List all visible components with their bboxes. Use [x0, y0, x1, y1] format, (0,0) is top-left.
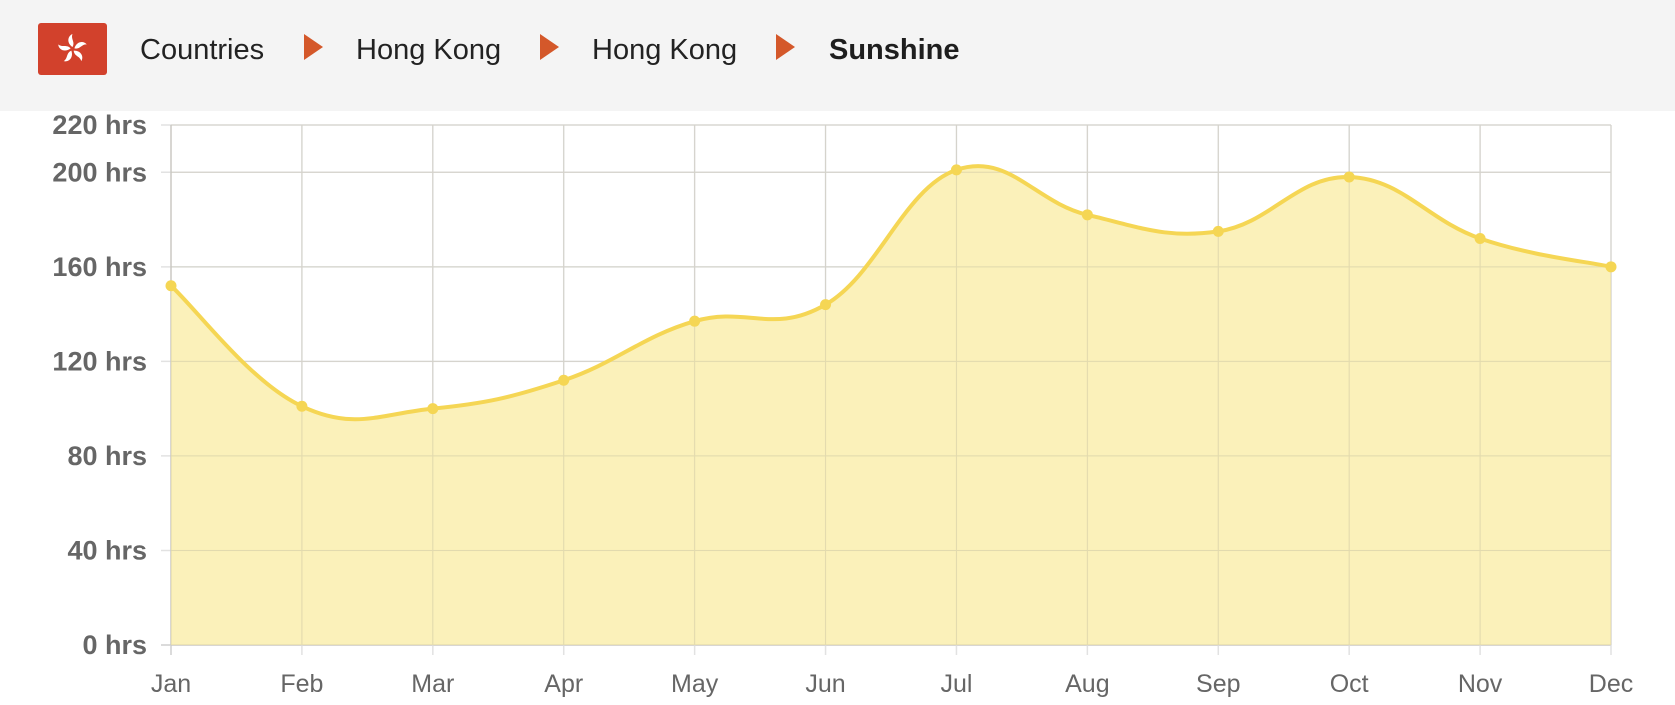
data-point-jul[interactable] — [950, 164, 962, 176]
y-tick-label: 40 hrs — [67, 535, 147, 565]
x-tick-label: Aug — [1065, 670, 1109, 698]
y-tick-label: 120 hrs — [52, 346, 147, 376]
data-point-aug[interactable] — [1081, 209, 1093, 221]
x-tick-label: Dec — [1589, 670, 1633, 698]
breadcrumb: Countries Hong Kong Hong Kong Sunshine — [0, 0, 1675, 111]
x-tick-label: Feb — [280, 670, 323, 698]
data-point-jun[interactable] — [820, 299, 832, 311]
breadcrumb-item-countries[interactable]: Countries — [140, 32, 264, 68]
x-tick-label: Mar — [411, 670, 454, 698]
x-tick-label: Oct — [1330, 670, 1369, 698]
data-point-apr[interactable] — [558, 374, 570, 386]
y-tick-label: 80 hrs — [67, 441, 147, 471]
data-point-nov[interactable] — [1474, 232, 1486, 244]
data-point-jan[interactable] — [165, 280, 177, 292]
data-point-sep[interactable] — [1212, 225, 1224, 237]
breadcrumb-item-hong-kong-city[interactable]: Hong Kong — [592, 32, 737, 68]
x-tick-label: Jan — [151, 670, 191, 698]
data-point-oct[interactable] — [1343, 171, 1355, 183]
hong-kong-flag-icon[interactable] — [38, 23, 107, 75]
series-area — [171, 166, 1611, 645]
y-tick-label: 200 hrs — [52, 157, 147, 187]
y-tick-label: 220 hrs — [52, 111, 147, 140]
data-point-dec[interactable] — [1605, 261, 1617, 273]
x-axis-ticks: Jan Feb Mar Apr May Jun Jul Aug Sep Oct Nov Dec — [151, 670, 1633, 698]
data-point-feb[interactable] — [296, 400, 308, 412]
x-tick-label: May — [671, 670, 719, 698]
y-tick-label: 0 hrs — [82, 630, 147, 660]
x-tick-label: Nov — [1458, 670, 1503, 698]
y-tick-label: 160 hrs — [52, 252, 147, 282]
data-point-mar[interactable] — [427, 403, 439, 415]
x-tick-label: Jun — [805, 670, 845, 698]
breadcrumb-item-hong-kong[interactable]: Hong Kong — [356, 32, 501, 68]
x-tick-label: Sep — [1196, 670, 1240, 698]
chevron-right-icon — [304, 34, 323, 60]
data-point-may[interactable] — [689, 315, 701, 327]
chevron-right-icon — [540, 34, 559, 60]
x-tick-label: Jul — [940, 670, 972, 698]
x-tick-label: Apr — [544, 670, 583, 698]
y-axis-ticks: 0 hrs 40 hrs 80 hrs 120 hrs 160 hrs 200 hrs 22… — [52, 111, 147, 660]
hong-kong-flag-graphic — [38, 23, 107, 75]
chevron-right-icon — [776, 34, 795, 60]
sunshine-chart: 0 hrs 40 hrs 80 hrs 120 hrs 160 hrs 200 hrs 22… — [52, 111, 1633, 698]
breadcrumb-item-sunshine: Sunshine — [829, 34, 960, 66]
